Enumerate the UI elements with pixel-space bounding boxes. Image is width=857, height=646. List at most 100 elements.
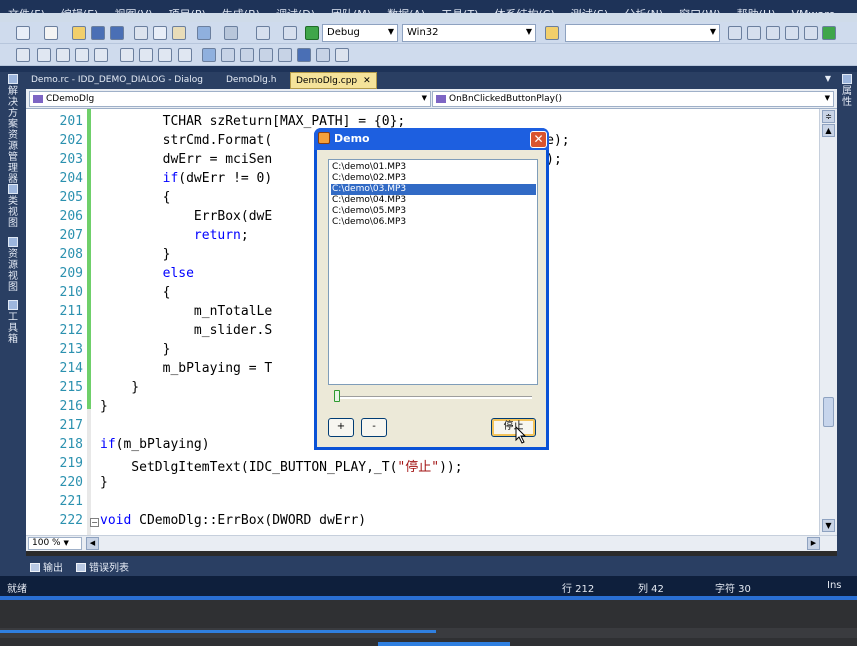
paste-icon[interactable] [172, 26, 186, 40]
scroll-down-icon[interactable]: ▼ [822, 519, 835, 532]
increase-indent-icon[interactable] [120, 48, 134, 62]
clear-bookmarks-icon[interactable] [316, 48, 330, 62]
close-tab-icon[interactable]: ✕ [363, 76, 371, 86]
scroll-left-icon[interactable]: ◀ [86, 537, 99, 550]
code-line: { [100, 285, 171, 300]
find-combo[interactable]: ▼ [565, 24, 720, 42]
editor-vertical-scrollbar[interactable]: ≑ ▲ ▼ [819, 109, 837, 535]
copy-icon[interactable] [153, 26, 167, 40]
line-number: 205 [59, 190, 83, 205]
toggle-bookmark-icon[interactable] [178, 48, 192, 62]
error-list-tab[interactable]: 错误列表 [76, 559, 129, 574]
list-item[interactable]: C:\demo\04.MP3 [331, 195, 536, 206]
save-icon[interactable] [91, 26, 105, 40]
line-number: 221 [59, 494, 83, 509]
start-page-icon[interactable] [804, 26, 818, 40]
save-all-icon[interactable] [110, 26, 124, 40]
scroll-right-icon[interactable]: ▶ [807, 537, 820, 550]
dialog-title: Demo [334, 132, 370, 145]
list-item-selected[interactable]: C:\demo\03.MP3 [331, 184, 536, 195]
chevron-down-icon: ▼ [824, 94, 830, 102]
zoom-select[interactable]: 100 % ▼ [28, 537, 82, 550]
playback-slider-track[interactable] [334, 396, 532, 399]
line-number: 211 [59, 304, 83, 319]
status-insert-mode: Ins [827, 580, 842, 591]
list-item[interactable]: C:\demo\01.MP3 [331, 162, 536, 173]
line-number: 203 [59, 152, 83, 167]
class-select[interactable]: CDemoDlg ▼ [29, 91, 431, 107]
parameter-info-icon[interactable] [37, 48, 51, 62]
volume-down-button[interactable]: - [361, 418, 387, 437]
decrease-indent-icon[interactable] [94, 48, 108, 62]
properties-tab[interactable]: 属性 [839, 74, 855, 108]
undo-icon[interactable] [197, 26, 211, 40]
solution-explorer-icon[interactable] [728, 26, 742, 40]
list-item[interactable]: C:\demo\02.MP3 [331, 173, 536, 184]
stop-button[interactable]: 停止 [491, 418, 536, 437]
tab-demodlg-h[interactable]: DemoDlg.h [221, 72, 281, 89]
start-debugging-icon[interactable] [305, 26, 319, 40]
quick-info-icon[interactable] [56, 48, 70, 62]
navigate-forward-icon[interactable] [283, 26, 297, 40]
playback-slider-thumb[interactable] [334, 390, 340, 402]
new-project-icon[interactable] [16, 26, 30, 40]
solution-config-select[interactable]: Debug ▼ [322, 24, 398, 42]
redo-icon[interactable] [224, 26, 238, 40]
class-view-tab[interactable]: 类视图 [5, 184, 21, 229]
output-tab[interactable]: 输出 [30, 559, 63, 574]
solution-explorer-tab[interactable]: 解决方案资源管理器 [5, 74, 21, 185]
file-listbox[interactable]: C:\demo\01.MP3 C:\demo\02.MP3 C:\demo\03… [328, 159, 538, 385]
previous-bookmark-folder-icon[interactable] [240, 48, 254, 62]
find-in-files-icon[interactable] [545, 26, 559, 40]
split-handle-icon[interactable]: ≑ [822, 110, 835, 123]
player-bar [0, 600, 857, 646]
line-number: 201 [59, 114, 83, 129]
open-file-icon[interactable] [72, 26, 86, 40]
tab-overflow-chevron-icon[interactable]: ▼ [825, 74, 831, 83]
dialog-close-button[interactable]: ✕ [530, 131, 547, 148]
scroll-up-icon[interactable]: ▲ [822, 124, 835, 137]
demo-dialog: Demo ✕ C:\demo\01.MP3 C:\demo\02.MP3 C:\… [314, 128, 549, 450]
code-line: else [162, 266, 194, 281]
object-browser-icon[interactable] [766, 26, 780, 40]
comment-out-icon[interactable] [139, 48, 153, 62]
code-line: { [100, 190, 171, 205]
next-bookmark-folder-icon[interactable] [259, 48, 273, 62]
uncomment-icon[interactable] [158, 48, 172, 62]
next-bookmark-icon[interactable] [221, 48, 235, 62]
extension-manager-icon[interactable] [822, 26, 836, 40]
scroll-thumb[interactable] [823, 397, 834, 427]
resource-view-tab[interactable]: 资源视图 [5, 237, 21, 293]
player-progress[interactable] [0, 630, 436, 633]
toolbox-tab[interactable]: 工具箱 [5, 300, 21, 345]
tab-demodlg-cpp-label: DemoDlg.cpp [296, 76, 358, 86]
solution-platform-select[interactable]: Win32 ▼ [402, 24, 536, 42]
add-item-icon[interactable] [44, 26, 58, 40]
toolbox-icon[interactable] [785, 26, 799, 40]
status-ready: 就绪 [7, 584, 27, 595]
list-item[interactable]: C:\demo\06.MP3 [331, 217, 536, 228]
line-number: 212 [59, 323, 83, 338]
display-object-member-list-icon[interactable] [16, 48, 30, 62]
resource-view-icon [8, 237, 18, 247]
collapse-toggle-icon[interactable]: − [90, 518, 99, 527]
dialog-title-bar[interactable]: Demo ✕ [314, 128, 549, 150]
menu-bar: 文件(F)编辑(E)视图(V)项目(P)生成(B)调试(D)团队(M)数据(A)… [0, 0, 857, 22]
toolbar-options-icon[interactable] [335, 48, 349, 62]
word-completion-icon[interactable] [75, 48, 89, 62]
properties-window-icon[interactable] [747, 26, 761, 40]
line-number: 215 [59, 380, 83, 395]
list-item[interactable]: C:\demo\05.MP3 [331, 206, 536, 217]
member-select[interactable]: OnBnClickedButtonPlay() ▼ [432, 91, 834, 107]
navigate-backward-icon[interactable] [256, 26, 270, 40]
cut-icon[interactable] [134, 26, 148, 40]
tab-demo-rc[interactable]: Demo.rc - IDD_DEMO_DIALOG - Dialog [26, 72, 208, 89]
line-number: 202 [59, 133, 83, 148]
navigation-bar: CDemoDlg ▼ OnBnClickedButtonPlay() ▼ [26, 89, 837, 109]
volume-up-button[interactable]: + [328, 418, 354, 437]
next-document-bookmark-icon[interactable] [297, 48, 311, 62]
previous-document-bookmark-icon[interactable] [278, 48, 292, 62]
tab-demodlg-cpp[interactable]: DemoDlg.cpp ✕ [290, 72, 377, 89]
previous-bookmark-icon[interactable] [202, 48, 216, 62]
chevron-down-icon: ▼ [525, 27, 532, 36]
